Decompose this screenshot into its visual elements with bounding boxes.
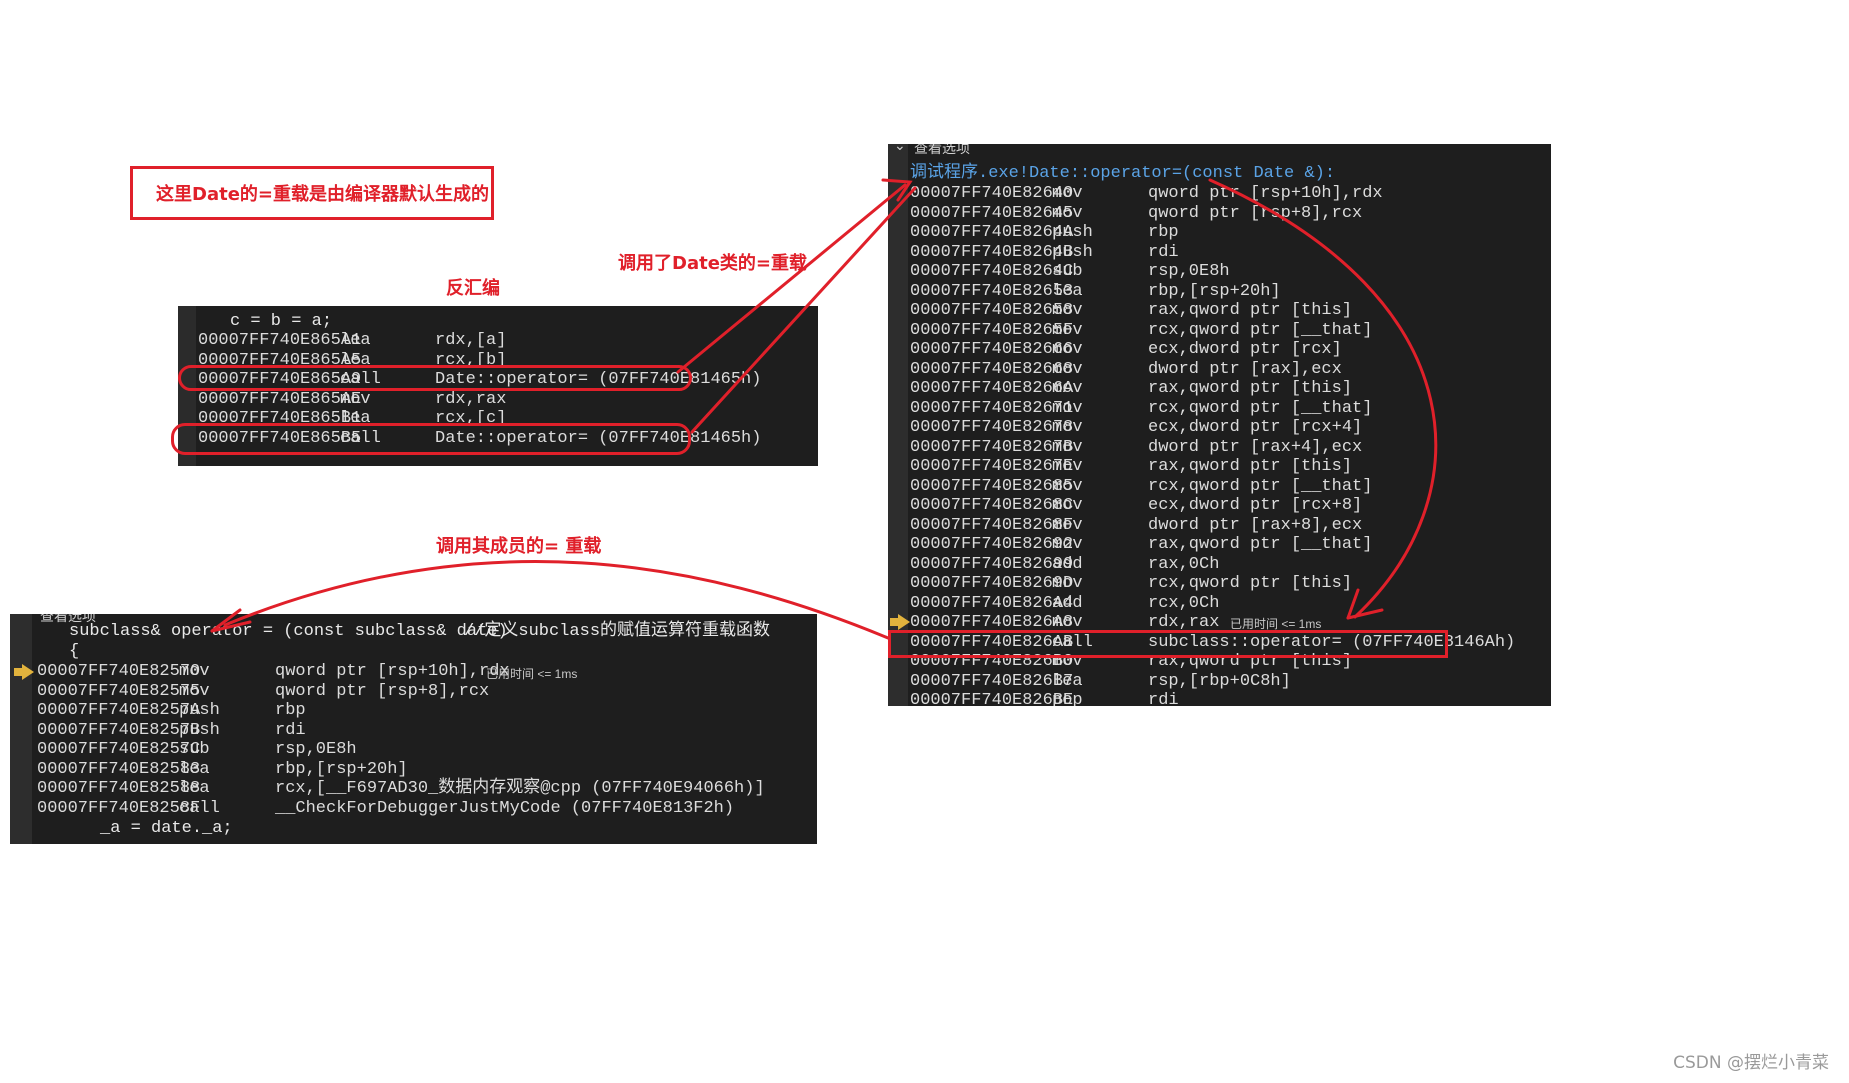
arrow-call2-to-header (690, 186, 917, 434)
arrow-subclass-to-bottom (223, 560, 890, 640)
arrow-call1-to-header (676, 183, 907, 374)
watermark: CSDN @摆烂小青菜 (1673, 1053, 1829, 1073)
arrow-header-to-subclass (1208, 178, 1438, 619)
annotation-arrows (210, 178, 1438, 640)
arrow-subclass-head (1346, 608, 1384, 620)
